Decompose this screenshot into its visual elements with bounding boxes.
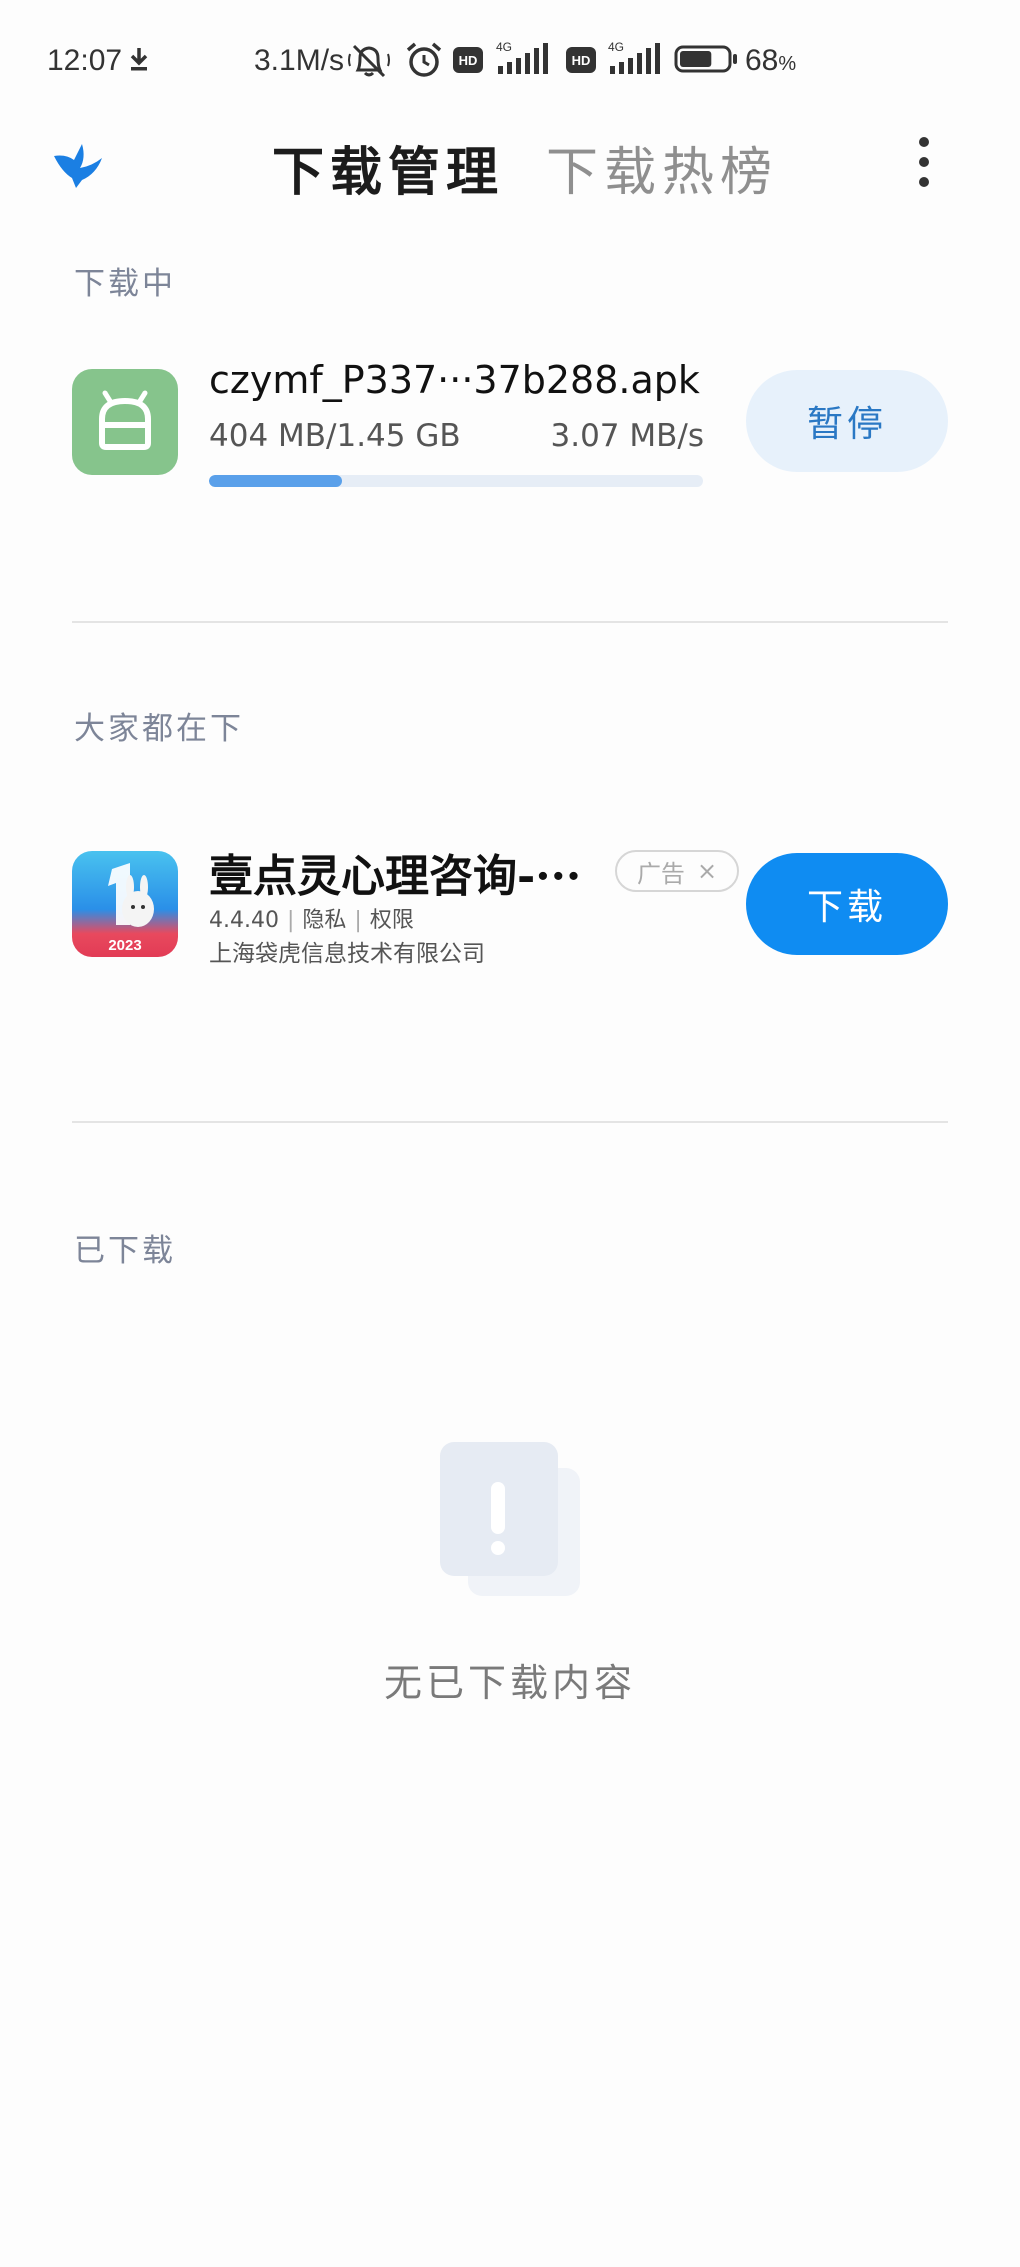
status-time: 12:07 — [47, 44, 123, 77]
app-meta: 4.4.40 | 隐私 | 权限 — [209, 902, 414, 934]
svg-text:HD: HD — [572, 53, 591, 68]
download-file-name: czymf_P337···37b288.apk — [209, 358, 700, 402]
app-company: 上海袋虎信息技术有限公司 — [209, 941, 485, 967]
hd-icon: HD — [566, 47, 596, 73]
network-speed: 3.1M/s — [254, 44, 345, 77]
ad-label: 广告 — [636, 859, 685, 888]
signal-4g-icon: 4G — [608, 40, 660, 74]
tab-download-manager[interactable]: 下载管理 — [272, 130, 504, 205]
svg-text:4G: 4G — [608, 40, 624, 54]
svg-text:HD: HD — [459, 53, 478, 68]
empty-state-text: 无已下载内容 — [383, 1661, 636, 1705]
download-manager-screen: 12:07 3.1M/s HD 4G HD 4G 68% 下载管理 下载热榜 下… — [0, 0, 1020, 2267]
svg-text:4G: 4G — [496, 40, 512, 54]
divider — [72, 621, 948, 623]
svg-text:2023: 2023 — [108, 937, 141, 954]
hd-icon: HD — [453, 47, 483, 73]
section-title-downloading: 下载中 — [74, 266, 176, 302]
pause-button[interactable]: 暂停 — [746, 370, 948, 472]
section-title-popular: 大家都在下 — [74, 711, 244, 747]
mute-bell-icon — [348, 44, 390, 78]
meta-separator: | — [354, 908, 362, 933]
more-vertical-icon[interactable] — [912, 136, 936, 188]
download-size: 404 MB/1.45 GB — [209, 418, 461, 454]
download-button[interactable]: 下载 — [746, 853, 948, 955]
app-version: 4.4.40 — [209, 908, 279, 933]
permissions-link[interactable]: 权限 — [370, 908, 414, 933]
empty-state-icon — [440, 1442, 580, 1596]
bird-logo-icon[interactable] — [52, 138, 104, 190]
ad-close-icon[interactable]: × — [697, 857, 717, 885]
divider — [72, 1121, 948, 1123]
status-bar: 12:07 3.1M/s HD 4G HD 4G 68% — [0, 0, 1020, 120]
section-title-downloaded: 已下载 — [74, 1233, 176, 1269]
top-header: 下载管理 下载热榜 — [0, 120, 1020, 270]
download-progress-fill — [209, 475, 343, 487]
signal-4g-icon: 4G — [496, 40, 548, 74]
alarm-clock-icon — [406, 42, 442, 77]
battery-icon — [674, 45, 737, 73]
meta-separator: | — [286, 908, 295, 933]
privacy-link[interactable]: 隐私 — [302, 908, 346, 933]
android-apk-icon — [72, 369, 178, 475]
download-speed: 3.07 MB/s — [550, 418, 705, 454]
battery-percent: 68% — [745, 44, 797, 77]
download-arrow-icon — [130, 48, 148, 71]
ad-badge[interactable]: 广告 × — [615, 850, 739, 892]
tab-download-ranking[interactable]: 下载热榜 — [546, 130, 778, 205]
recommended-app-name: 壹点灵心理咨询-··· — [209, 851, 582, 902]
download-progress-bar — [209, 475, 703, 487]
app-icon-yidianling: 2023 — [72, 851, 178, 957]
